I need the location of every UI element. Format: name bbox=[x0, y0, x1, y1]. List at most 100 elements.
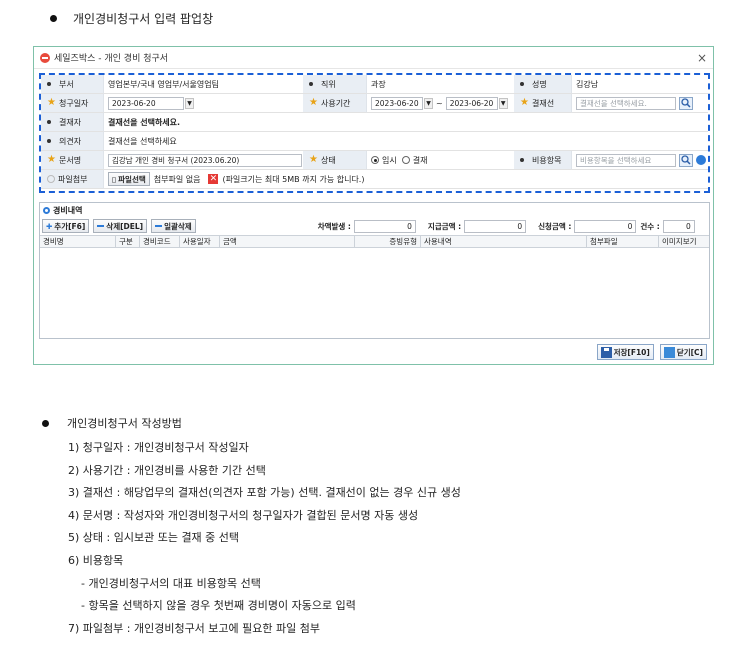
file-icon: ▯ bbox=[112, 174, 117, 184]
add-row-button[interactable]: ✚ 추가[F6] bbox=[42, 219, 90, 233]
approver-label: 결재자 bbox=[41, 113, 104, 132]
dept-label: 부서 bbox=[41, 75, 104, 94]
step-item: 1) 청구일자 : 개인경비청구서 작성일자 bbox=[68, 441, 249, 454]
doc-name-input[interactable]: 김강남 개인 경비 청구서 (2023.06.20) bbox=[108, 153, 302, 167]
help-icon[interactable] bbox=[696, 155, 706, 165]
expense-claim-window: 세일즈박스 - 개인 경비 청구서 × 부서 영업본부/국내 영업부/서울영업팀… bbox=[33, 46, 714, 365]
form-row-dates: ★ 청구일자 2023-06-20 ▼ ★ 사용기간 2023-06-20 ▼ ~ … bbox=[41, 94, 708, 113]
step-item: 6) 비용항목 bbox=[68, 553, 124, 567]
dept-value: 영업본부/국내 영업부/서울영업팀 bbox=[104, 75, 303, 94]
col-use-date[interactable]: 사용일자 bbox=[180, 236, 220, 247]
calendar-dropdown-icon[interactable]: ▼ bbox=[424, 97, 433, 109]
expense-grid-header: 경비명 구분 경비코드 사용일자 금액 증빙유형 사용내역 첨부파일 이미지보기 bbox=[40, 235, 709, 248]
file-select-button[interactable]: ▯ 파일선택 bbox=[108, 172, 150, 186]
status-temp-radio[interactable] bbox=[371, 156, 379, 164]
form-row-docname: ★ 문서명 김강남 개인 경비 청구서 (2023.06.20) ★ 상태 임시 결… bbox=[41, 151, 708, 170]
step-subitem: - 개인경비청구서의 대표 비용항목 선택 bbox=[81, 576, 261, 590]
plus-icon: ✚ bbox=[46, 221, 53, 231]
save-icon bbox=[600, 346, 612, 358]
step-item: 3) 결재선 : 해당업무의 결재선(의견자 포함 가능) 선택. 결재선이 없… bbox=[68, 486, 461, 500]
use-period-from-input[interactable]: 2023-06-20 bbox=[371, 96, 423, 110]
howto-steps: 1) 청구일자 : 개인경비청구서 작성일자 2) 사용기간 : 개인경비를 사… bbox=[68, 437, 461, 640]
attach-status: 첨부파일 없음 bbox=[153, 174, 201, 184]
attach-note: (파일크기는 최대 5MB 까지 가능 합니다.) bbox=[222, 174, 365, 184]
step-item: 7) 파일첨부 : 개인경비청구서 보고에 필요한 파일 첨부 bbox=[68, 621, 320, 635]
col-evidence-type[interactable]: 증빙유형 bbox=[355, 236, 421, 247]
save-button[interactable]: 저장[F10] bbox=[596, 344, 654, 360]
count-label: 건수 : bbox=[640, 221, 660, 231]
status-approval-label: 결재 bbox=[412, 155, 428, 165]
required-star-icon: ★ bbox=[309, 154, 318, 165]
minus-icon bbox=[97, 225, 105, 227]
col-expense-code[interactable]: 경비코드 bbox=[140, 236, 180, 247]
bullet-icon bbox=[47, 120, 51, 124]
remove-file-icon[interactable]: ✕ bbox=[208, 174, 219, 184]
window-titlebar: 세일즈박스 - 개인 경비 청구서 × bbox=[34, 47, 713, 69]
required-star-icon: ★ bbox=[47, 154, 56, 165]
use-period-to-input[interactable]: 2023-06-20 bbox=[445, 96, 498, 110]
expense-item-input[interactable]: 비용항목을 선택하세요 bbox=[576, 153, 676, 167]
window-close-button[interactable]: × bbox=[697, 51, 707, 65]
count-value: 0 bbox=[662, 219, 695, 233]
expense-item-label: 비용항목 bbox=[514, 151, 572, 170]
section-heading: 개인경비청구서 입력 팝업창 bbox=[50, 10, 213, 27]
step-item: 4) 문서명 : 작성자와 개인경비청구서의 청구일자가 결합된 문서명 자동 … bbox=[68, 508, 419, 522]
status-label: ★ 상태 bbox=[303, 151, 367, 170]
section-icon bbox=[43, 206, 50, 214]
attach-label: 파일첨부 bbox=[41, 170, 104, 189]
bullet-icon bbox=[47, 139, 51, 143]
requested-value: 0 bbox=[574, 219, 637, 233]
calendar-dropdown-icon[interactable]: ▼ bbox=[185, 97, 194, 109]
expense-list-section: 경비내역 ✚ 추가[F6] 삭제[DEL] 일괄삭제 차액발생 : 0 지급금액 … bbox=[39, 202, 710, 339]
use-period-label: ★ 사용기간 bbox=[303, 94, 367, 113]
paid-label: 지급금액 : bbox=[427, 221, 462, 231]
close-button[interactable]: 닫기[C] bbox=[659, 344, 707, 360]
col-type[interactable]: 구분 bbox=[116, 236, 140, 247]
howto-heading-text: 개인경비청구서 작성방법 bbox=[67, 417, 182, 430]
col-amount[interactable]: 금액 bbox=[220, 236, 355, 247]
bullet-icon bbox=[50, 15, 57, 22]
status-approval-radio[interactable] bbox=[401, 156, 410, 164]
claim-date-input[interactable]: 2023-06-20 bbox=[108, 96, 184, 110]
form-row-dept: 부서 영업본부/국내 영업부/서울영업팀 직위 과장 성명 김강남 bbox=[41, 75, 708, 94]
required-star-icon: ★ bbox=[520, 97, 529, 108]
attach-radio-icon bbox=[47, 175, 55, 183]
claim-form: 부서 영업본부/국내 영업부/서울영업팀 직위 과장 성명 김강남 ★ 청구일자 … bbox=[39, 73, 710, 193]
howto-heading: 개인경비청구서 작성방법 bbox=[42, 415, 182, 431]
search-icon[interactable] bbox=[679, 96, 693, 110]
app-logo-icon bbox=[40, 52, 50, 63]
col-expense-name[interactable]: 경비명 bbox=[40, 236, 116, 247]
approver-value: 결재선을 선택하세요. bbox=[104, 113, 708, 132]
bullet-icon bbox=[42, 419, 49, 427]
window-title: 세일즈박스 - 개인 경비 청구서 bbox=[54, 54, 169, 64]
reviewer-value: 결재선을 선택하세요 bbox=[104, 132, 708, 151]
col-attachment[interactable]: 첨부파일 bbox=[587, 236, 659, 247]
step-subitem: - 항목을 선택하지 않을 경우 첫번째 경비명이 자동으로 입력 bbox=[81, 599, 356, 613]
footer-buttons: 저장[F10] 닫기[C] bbox=[591, 344, 707, 360]
position-label: 직위 bbox=[303, 75, 367, 94]
section-heading-text: 개인경비청구서 입력 팝업창 bbox=[73, 12, 214, 26]
bulk-delete-button[interactable]: 일괄삭제 bbox=[151, 219, 196, 233]
bullet-icon bbox=[47, 82, 51, 86]
paid-value: 0 bbox=[464, 219, 527, 233]
calendar-dropdown-icon[interactable]: ▼ bbox=[498, 97, 508, 109]
search-icon[interactable] bbox=[679, 153, 693, 167]
status-temp-label: 임시 bbox=[382, 155, 397, 165]
delete-row-button[interactable]: 삭제[DEL] bbox=[93, 219, 148, 233]
diff-label: 차액발생 : bbox=[317, 221, 351, 231]
claim-date-label: ★ 청구일자 bbox=[41, 94, 104, 113]
step-item: 5) 상태 : 임시보관 또는 결재 중 선택 bbox=[68, 531, 240, 545]
name-label: 성명 bbox=[514, 75, 572, 94]
approval-line-input[interactable]: 결재선을 선택하세요. bbox=[576, 96, 676, 110]
name-value: 김강남 bbox=[572, 75, 708, 94]
expense-toolbar: ✚ 추가[F6] 삭제[DEL] 일괄삭제 차액발생 : 0 지급금액 : 0 신… bbox=[40, 217, 709, 235]
minus-icon bbox=[155, 225, 163, 227]
form-row-reviewer: 의견자 결재선을 선택하세요 bbox=[41, 132, 708, 151]
step-item: 2) 사용기간 : 개인경비를 사용한 기간 선택 bbox=[68, 463, 266, 477]
reviewer-label: 의견자 bbox=[41, 132, 104, 151]
approval-line-label: ★ 결재선 bbox=[514, 94, 572, 113]
bullet-icon bbox=[520, 158, 524, 162]
col-image-view[interactable]: 이미지보기 bbox=[659, 236, 709, 247]
expense-list-title: 경비내역 bbox=[40, 203, 709, 217]
col-usage-detail[interactable]: 사용내역 bbox=[421, 236, 587, 247]
